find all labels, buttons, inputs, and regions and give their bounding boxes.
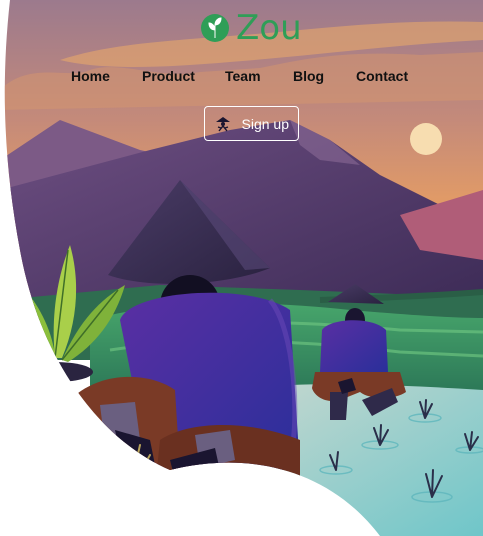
page: Zou Home Product Team Blog Contact Sign … xyxy=(0,0,483,536)
main-nav: Home Product Team Blog Contact xyxy=(0,68,483,88)
brand-name: Zou xyxy=(236,8,302,48)
rice-farmer-icon xyxy=(216,117,230,132)
nav-contact[interactable]: Contact xyxy=(356,68,408,84)
nav-blog[interactable]: Blog xyxy=(293,68,324,84)
brand-logo[interactable]: Zou xyxy=(200,8,302,48)
nav-product[interactable]: Product xyxy=(142,68,195,84)
nav-home[interactable]: Home xyxy=(71,68,110,84)
leaf-icon xyxy=(201,14,229,42)
signup-label: Sign up xyxy=(241,115,289,132)
signup-button[interactable]: Sign up xyxy=(204,106,299,141)
nav-team[interactable]: Team xyxy=(225,68,261,84)
